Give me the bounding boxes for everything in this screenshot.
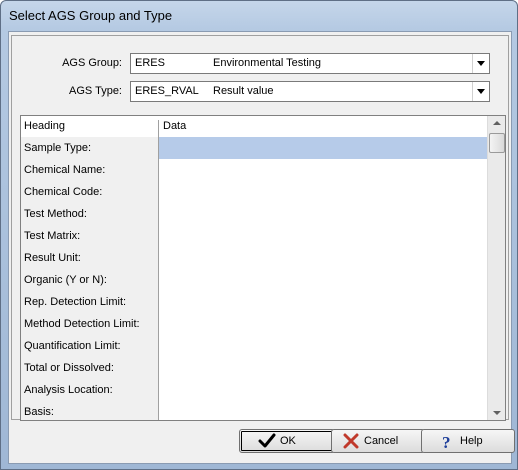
- cancel-button-label: Cancel: [364, 435, 399, 447]
- row-heading-label: Total or Dissolved:: [24, 362, 114, 374]
- grid-row[interactable]: Analysis Location:: [21, 379, 487, 402]
- grid-header-row: Heading Data: [21, 116, 487, 141]
- grid-row[interactable]: Method Detection Limit:: [21, 313, 487, 336]
- checkmark-icon: [258, 433, 276, 448]
- grid-row[interactable]: Test Method:: [21, 203, 487, 226]
- row-heading-cell: Method Detection Limit:: [21, 313, 159, 335]
- row-data-cell[interactable]: [159, 379, 487, 401]
- grid-row[interactable]: Test Matrix:: [21, 225, 487, 248]
- row-heading-label: Chemical Name:: [24, 164, 106, 176]
- dialog-client-area: AGS Group: ERES Environmental Testing AG…: [8, 31, 515, 464]
- scroll-up-arrow-icon[interactable]: [493, 121, 501, 125]
- row-data-cell[interactable]: [159, 401, 487, 420]
- row-heading-cell: Chemical Code:: [21, 181, 159, 203]
- ok-button-label: OK: [280, 435, 296, 447]
- row-data-cell[interactable]: [159, 181, 487, 203]
- row-heading-cell: Analysis Location:: [21, 379, 159, 401]
- row-data-cell[interactable]: [159, 137, 487, 159]
- ags-type-code: ERES_RVAL: [135, 85, 199, 97]
- row-heading-label: Result Unit:: [24, 252, 81, 264]
- row-heading-label: Rep. Detection Limit:: [24, 296, 127, 308]
- ags-group-label: AGS Group:: [62, 57, 122, 69]
- row-heading-cell: Test Method:: [21, 203, 159, 225]
- ags-group-code: ERES: [135, 57, 165, 69]
- heading-data-grid[interactable]: Heading Data Sample Type: Chemical Name: C…: [20, 115, 506, 421]
- grid-row[interactable]: Organic (Y or N):: [21, 269, 487, 292]
- row-heading-label: Sample Type:: [24, 142, 92, 154]
- ags-group-dropdown[interactable]: ERES Environmental Testing: [130, 53, 490, 74]
- scroll-down-arrow-icon[interactable]: [493, 411, 501, 415]
- row-data-cell[interactable]: [159, 203, 487, 225]
- svg-text:?: ?: [442, 433, 451, 449]
- grid-row[interactable]: Chemical Name:: [21, 159, 487, 182]
- vertical-scrollbar[interactable]: [487, 116, 505, 420]
- row-heading-label: Chemical Code:: [24, 186, 103, 198]
- column-header-heading[interactable]: Heading: [24, 120, 65, 132]
- row-heading-label: Organic (Y or N):: [24, 274, 107, 286]
- ags-type-label: AGS Type:: [69, 85, 122, 97]
- row-heading-label: Analysis Location:: [24, 384, 113, 396]
- grid-row[interactable]: Rep. Detection Limit:: [21, 291, 487, 314]
- ags-group-dropdown-arrow[interactable]: [472, 54, 489, 73]
- row-heading-cell: Test Matrix:: [21, 225, 159, 247]
- ags-type-description: Result value: [213, 85, 274, 97]
- row-heading-cell: Organic (Y or N):: [21, 269, 159, 291]
- column-header-data[interactable]: Data: [163, 120, 186, 132]
- row-heading-label: Test Matrix:: [24, 230, 81, 242]
- ags-group-description: Environmental Testing: [213, 57, 322, 69]
- cancel-button[interactable]: Cancel: [331, 429, 425, 453]
- row-heading-label: Basis:: [24, 406, 54, 418]
- row-heading-cell: Chemical Name:: [21, 159, 159, 181]
- row-data-cell[interactable]: [159, 159, 487, 181]
- grid-row[interactable]: Sample Type:: [21, 137, 487, 160]
- row-data-cell[interactable]: [159, 335, 487, 357]
- x-icon: [343, 433, 359, 449]
- grid-row[interactable]: Chemical Code:: [21, 181, 487, 204]
- ok-button[interactable]: OK: [239, 429, 335, 453]
- content-frame: AGS Group: ERES Environmental Testing AG…: [11, 35, 509, 421]
- row-heading-label: Quantification Limit:: [24, 340, 121, 352]
- row-heading-cell: Sample Type:: [21, 137, 159, 159]
- row-data-cell[interactable]: [159, 357, 487, 379]
- row-data-cell[interactable]: [159, 313, 487, 335]
- help-button-label: Help: [460, 435, 483, 447]
- window-title: Select AGS Group and Type: [9, 8, 173, 23]
- grid-row[interactable]: Result Unit:: [21, 247, 487, 270]
- row-heading-label: Test Method:: [24, 208, 87, 220]
- dialog-window: Select AGS Group and Type AGS Group: ERE…: [0, 0, 518, 470]
- row-heading-cell: Total or Dissolved:: [21, 357, 159, 379]
- row-heading-cell: Basis:: [21, 401, 159, 420]
- row-data-cell[interactable]: [159, 225, 487, 247]
- title-bar[interactable]: Select AGS Group and Type: [1, 1, 517, 31]
- row-heading-label: Method Detection Limit:: [24, 318, 140, 330]
- question-icon: ?: [442, 433, 451, 449]
- row-data-cell[interactable]: [159, 291, 487, 313]
- row-data-cell[interactable]: [159, 269, 487, 291]
- ags-type-dropdown-arrow[interactable]: [472, 82, 489, 101]
- grid-row[interactable]: Quantification Limit:: [21, 335, 487, 358]
- ags-type-dropdown[interactable]: ERES_RVAL Result value: [130, 81, 490, 102]
- row-data-cell[interactable]: [159, 247, 487, 269]
- grid-row[interactable]: Basis:: [21, 401, 487, 420]
- scrollbar-thumb[interactable]: [489, 133, 505, 153]
- help-button[interactable]: ? Help: [421, 429, 515, 453]
- row-heading-cell: Quantification Limit:: [21, 335, 159, 357]
- grid-row[interactable]: Total or Dissolved:: [21, 357, 487, 380]
- row-heading-cell: Result Unit:: [21, 247, 159, 269]
- row-heading-cell: Rep. Detection Limit:: [21, 291, 159, 313]
